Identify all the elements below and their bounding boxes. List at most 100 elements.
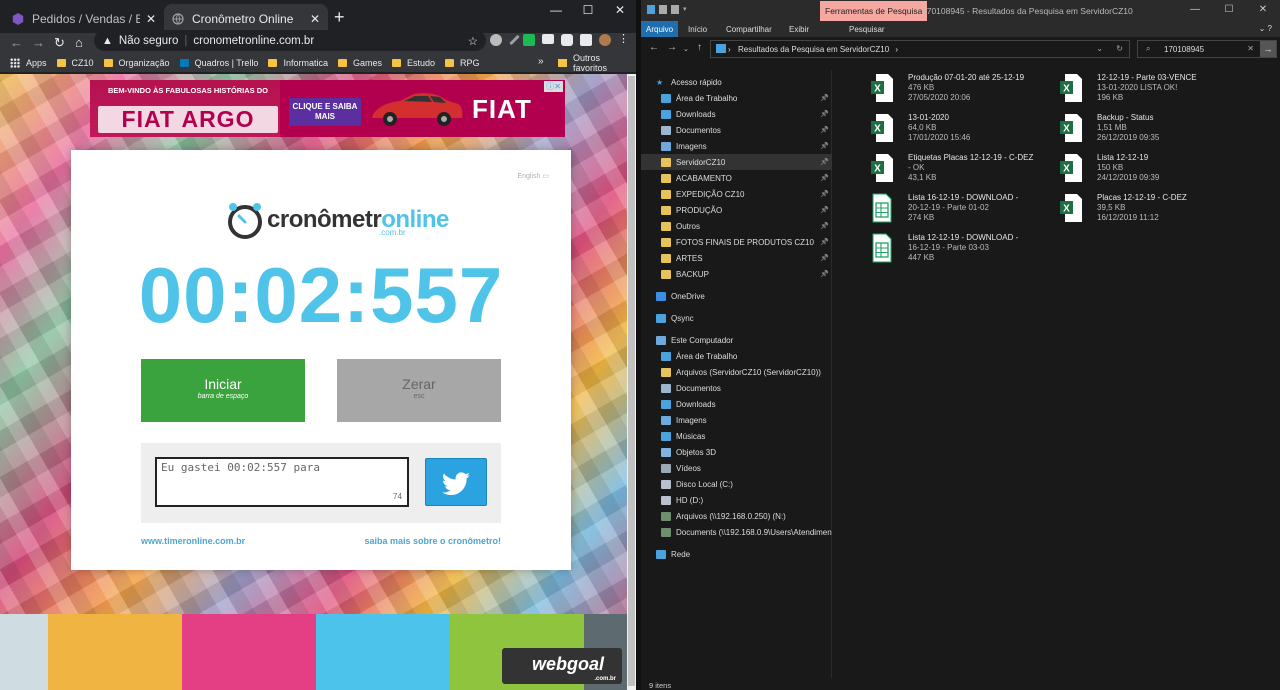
gear-extension-icon[interactable] (490, 34, 502, 46)
close-window-icon[interactable]: ✕ (1246, 0, 1280, 20)
breadcrumb-chevron-icon[interactable]: › (728, 45, 731, 54)
home-icon[interactable]: ⌂ (75, 35, 83, 50)
clear-search-icon[interactable]: ✕ (1247, 44, 1254, 53)
nav-item[interactable]: EXPEDIÇÃO CZ10 📌 (641, 186, 832, 202)
nav-item[interactable]: Downloads (641, 396, 832, 412)
nav-item[interactable]: BACKUP 📌 (641, 266, 832, 282)
scrollbar-thumb[interactable] (628, 76, 635, 686)
other-bookmarks[interactable]: Outros favoritos (558, 53, 636, 73)
bookmark-games[interactable]: Games (337, 58, 382, 68)
menu-icon[interactable]: ⋮ (618, 34, 630, 46)
ribbon-tab-home[interactable]: Início (688, 25, 707, 34)
back-icon[interactable]: ← (10, 35, 23, 50)
refresh-icon[interactable]: ↻ (1116, 44, 1123, 53)
file-item[interactable]: X Lista 12-12-19 150 KB 24/12/2019 09:39 (1059, 151, 1244, 189)
nav-item[interactable]: OneDrive (641, 288, 832, 304)
nav-item[interactable]: Documentos 📌 (641, 122, 832, 138)
search-go-icon[interactable]: → (1260, 41, 1276, 57)
bookmark-cz10[interactable]: CZ10 (56, 58, 94, 68)
nav-item[interactable]: ServidorCZ10 📌 (641, 154, 832, 170)
bookmark-trello[interactable]: Quadros | Trello (179, 58, 258, 68)
avatar[interactable] (599, 34, 611, 46)
file-item[interactable]: X Backup - Status 1,51 MB 26/12/2019 09:35 (1059, 111, 1244, 149)
close-window-icon[interactable]: ✕ (604, 0, 636, 24)
ribbon-tab-share[interactable]: Compartilhar (726, 25, 772, 34)
file-item[interactable]: X 12-12-19 - Parte 03-VENCE 13-01-2020 LIS… (1059, 71, 1244, 109)
pen-extension-icon[interactable] (509, 34, 520, 46)
tab-cronometro[interactable]: Cronômetro Online ✕ (164, 4, 328, 33)
back-icon[interactable]: ← (649, 42, 659, 53)
bookmark-rpg[interactable]: RPG (445, 58, 480, 68)
close-tab-icon[interactable]: ✕ (310, 12, 320, 26)
nav-item[interactable]: FOTOS FINAIS DE PRODUTOS CZ10 📌 (641, 234, 832, 250)
search-tools-contextual-tab[interactable]: Ferramentas de Pesquisa (820, 1, 928, 21)
nav-item[interactable]: Rede (641, 546, 832, 562)
nav-item[interactable]: Downloads 📌 (641, 106, 832, 122)
nav-item[interactable]: Imagens (641, 412, 832, 428)
ribbon-expand-icon[interactable]: ⌄ ? (1259, 24, 1272, 33)
minimize-icon[interactable]: — (540, 0, 572, 24)
ribbon-tab-file[interactable]: Arquivo (641, 21, 678, 37)
nav-item[interactable]: Documents (\\192.168.0.9\Users\Atendimen (641, 524, 832, 540)
file-item[interactable]: Lista 16-12-19 - DOWNLOAD -20-12-19 - Pa… (870, 191, 1055, 229)
properties-icon[interactable] (659, 5, 667, 14)
close-tab-icon[interactable]: ✕ (146, 12, 156, 26)
nav-item[interactable]: Outros 📌 (641, 218, 832, 234)
nav-item[interactable]: Vídeos (641, 460, 832, 476)
bookmark-informatica[interactable]: Informatica (268, 58, 328, 68)
nav-item[interactable]: Arquivos (\\192.168.0.250) (N:) (641, 508, 832, 524)
tab-biz-painel[interactable]: Pedidos / Vendas / Biz Painel ✕ (4, 4, 164, 33)
new-folder-icon[interactable] (671, 5, 679, 14)
nav-item[interactable]: Músicas (641, 428, 832, 444)
camera-extension-icon[interactable] (561, 34, 573, 46)
nav-item[interactable]: Objetos 3D (641, 444, 832, 460)
bookmark-estudo[interactable]: Estudo (391, 58, 435, 68)
nav-item[interactable]: ★ Acesso rápido (641, 74, 832, 90)
nav-item[interactable]: Área de Trabalho (641, 348, 832, 364)
ribbon-tab-view[interactable]: Exibir (789, 25, 809, 34)
file-item[interactable]: X Placas 12-12-19 - C-DEZ 39,5 KB 16/12/201… (1059, 191, 1244, 229)
minimize-icon[interactable]: — (1178, 0, 1212, 20)
breadcrumb-chevron-icon[interactable]: › (895, 45, 898, 54)
explorer-address-bar[interactable]: › Resultados da Pesquisa em ServidorCZ10… (710, 40, 1130, 58)
language-link[interactable]: English ▭ (517, 172, 549, 180)
nav-item[interactable]: Este Computador (641, 332, 832, 348)
nav-item[interactable]: Qsync (641, 310, 832, 326)
share-textarea[interactable]: Eu gastei 00:02:557 para (155, 457, 409, 507)
page-scrollbar[interactable] (627, 74, 636, 690)
reload-icon[interactable]: ↻ (54, 35, 65, 51)
nav-item[interactable]: Imagens 📌 (641, 138, 832, 154)
ad-cta-button[interactable]: CLIQUE E SAIBA MAIS (289, 98, 361, 126)
cast-extension-icon[interactable] (542, 34, 554, 44)
bookmark-organizacao[interactable]: Organização (103, 58, 170, 68)
tweet-button[interactable] (425, 458, 487, 506)
nav-item[interactable]: ACABAMENTO 📌 (641, 170, 832, 186)
qa-dropdown-icon[interactable]: ▾ (683, 5, 691, 14)
file-item[interactable]: X Produção 07-01-20 até 25-12-19 476 KB 27/… (870, 71, 1055, 109)
file-item[interactable]: X 13-01-2020 64,0 KB 17/01/2020 15:46 (870, 111, 1055, 149)
nav-item[interactable]: Arquivos (ServidorCZ10 (ServidorCZ10)) (641, 364, 832, 380)
site-logo[interactable]: cronômetronline .com.br (226, 200, 449, 240)
webgoal-logo[interactable]: webgoal .com.br (502, 648, 622, 684)
up-icon[interactable]: ↑ (697, 42, 702, 53)
address-dropdown-icon[interactable]: ⌄ (1096, 44, 1103, 53)
maximize-icon[interactable]: ☐ (1212, 0, 1246, 20)
bookmark-apps[interactable]: Apps (10, 57, 47, 68)
more-bookmarks-icon[interactable]: » (538, 56, 544, 67)
ribbon-tab-search[interactable]: Pesquisar (849, 25, 885, 34)
timeronline-link[interactable]: www.timeronline.com.br (141, 536, 245, 546)
file-item[interactable]: X Etiquetas Placas 12-12-19 - C-DEZ - OK 43… (870, 151, 1055, 189)
forward-icon[interactable]: → (32, 35, 45, 50)
star-icon[interactable]: ☆ (468, 34, 478, 48)
explorer-search-box[interactable]: ⌕ 170108945 ✕ → (1137, 40, 1277, 58)
puzzle-extensions-icon[interactable] (580, 34, 592, 46)
leaf-extension-icon[interactable] (523, 34, 535, 46)
maximize-icon[interactable]: ☐ (572, 0, 604, 24)
new-tab-icon[interactable]: + (334, 7, 345, 28)
nav-item[interactable]: PRODUÇÃO 📌 (641, 202, 832, 218)
reset-button[interactable]: Zerar esc (337, 359, 501, 422)
recent-dropdown-icon[interactable]: ⌄ (683, 45, 689, 53)
nav-item[interactable]: Área de Trabalho 📌 (641, 90, 832, 106)
nav-item[interactable]: Disco Local (C:) (641, 476, 832, 492)
nav-item[interactable]: HD (D:) (641, 492, 832, 508)
